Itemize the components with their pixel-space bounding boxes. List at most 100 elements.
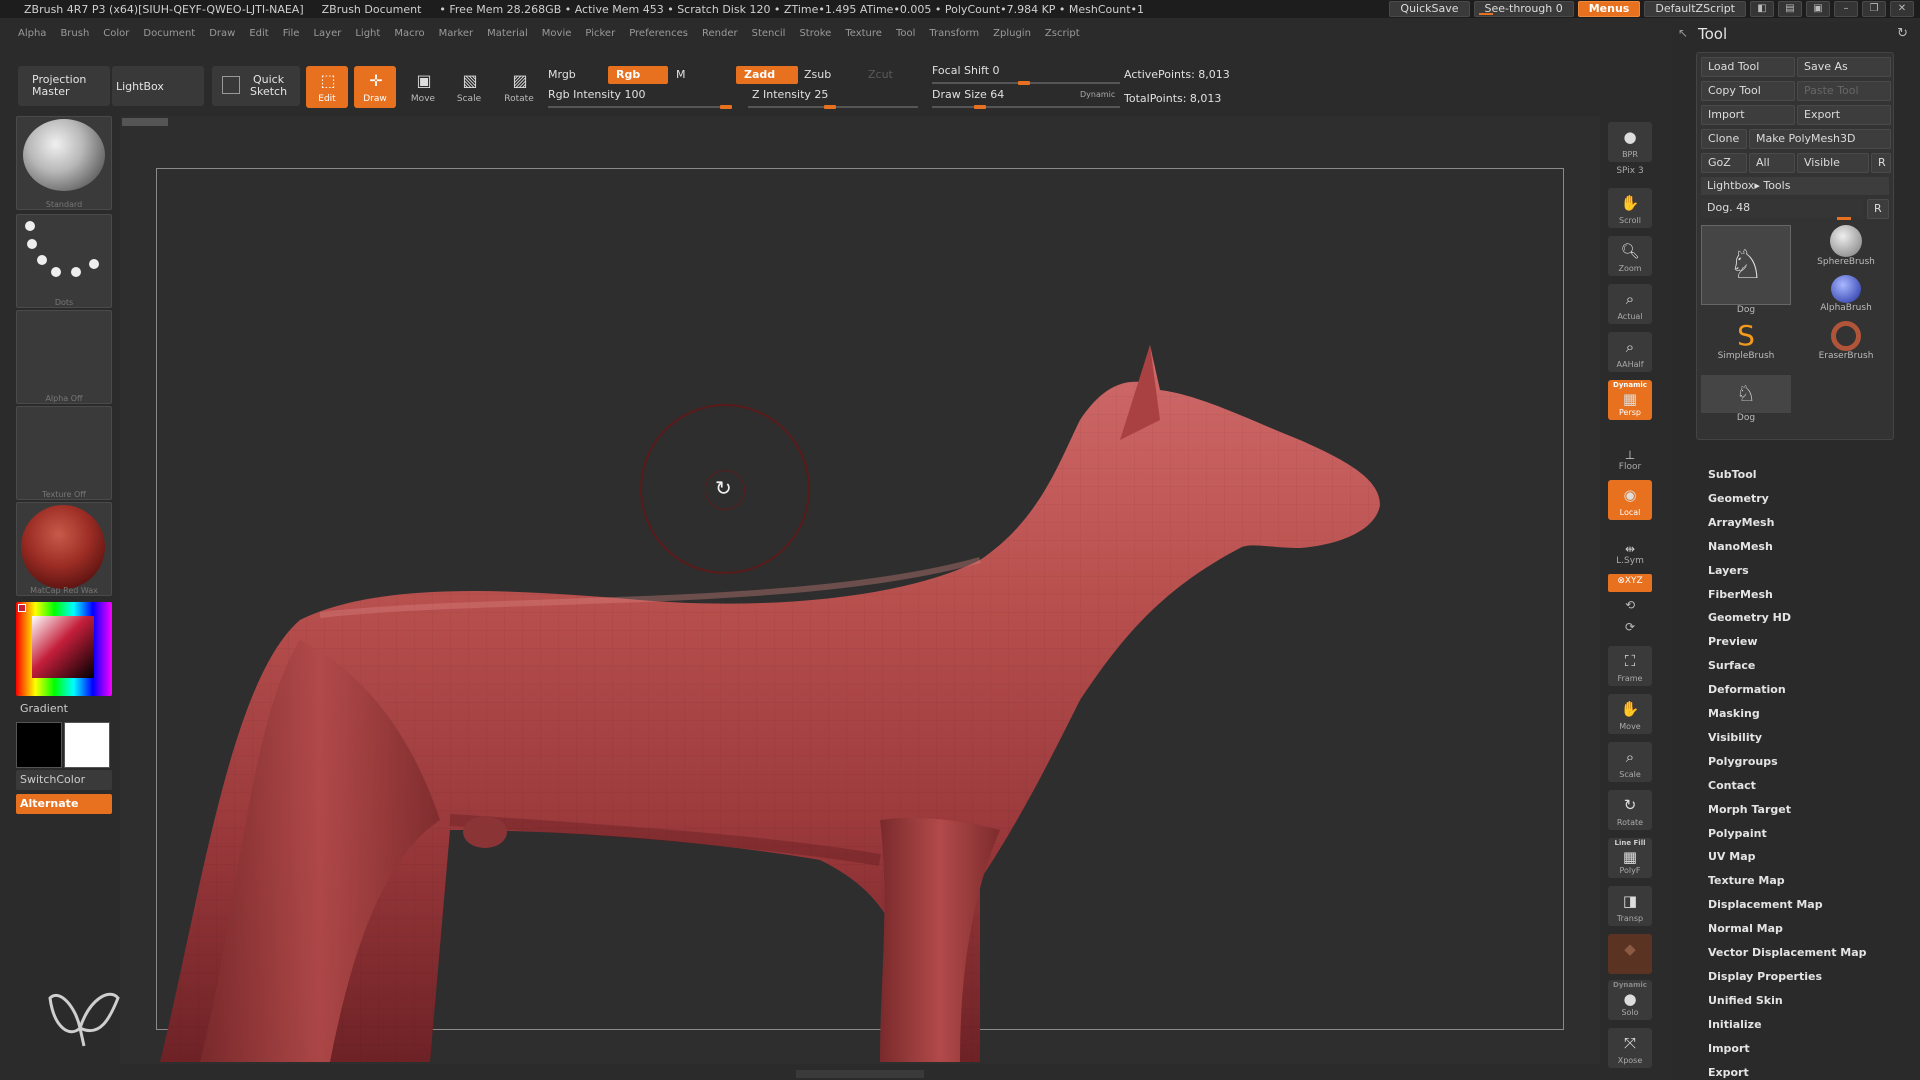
subpalette-export[interactable]: Export bbox=[1708, 1066, 1908, 1079]
bottom-shelf-handle[interactable] bbox=[796, 1070, 924, 1078]
zoom-button[interactable]: 🔍︎ Zoom bbox=[1608, 236, 1652, 276]
current-tool-slider[interactable]: Dog. 48 bbox=[1701, 199, 1863, 217]
tool-thumb-label: SimpleBrush bbox=[1717, 351, 1775, 361]
subpalette-polygroups[interactable]: Polygroups bbox=[1708, 755, 1908, 768]
zoom-icon: 🔍︎ bbox=[1620, 242, 1640, 260]
import-button[interactable]: Import bbox=[1701, 105, 1795, 125]
subpalette-unified-skin[interactable]: Unified Skin bbox=[1708, 994, 1908, 1007]
actual-label: Actual bbox=[1617, 312, 1643, 321]
subpalette-preview[interactable]: Preview bbox=[1708, 635, 1908, 648]
lsym-button[interactable]: ⇹ L.Sym bbox=[1608, 542, 1652, 566]
tool-top-box: Load Tool Save As Copy Tool Paste Tool I… bbox=[1696, 52, 1894, 440]
xyz-button[interactable]: ⊗XYZ bbox=[1608, 574, 1652, 592]
subpalette-normal-map[interactable]: Normal Map bbox=[1708, 922, 1908, 935]
sphere-brush-icon bbox=[1830, 225, 1862, 257]
aahalf-button[interactable]: ⌕ AAHalf bbox=[1608, 332, 1652, 372]
tool-palette-header[interactable]: ↖ Tool ↻ bbox=[1672, 22, 1920, 46]
frame-button[interactable]: ⛶ Frame bbox=[1608, 646, 1652, 686]
solo-button[interactable]: Dynamic ● Solo bbox=[1608, 980, 1652, 1020]
make-polymesh-button[interactable]: Make PolyMesh3D bbox=[1749, 129, 1891, 149]
tool-thumb-label: AlphaBrush bbox=[1820, 303, 1872, 313]
move-view-button[interactable]: ✋ Move bbox=[1608, 694, 1652, 734]
local-label: Local bbox=[1619, 508, 1641, 517]
subpalette-texture-map[interactable]: Texture Map bbox=[1708, 874, 1908, 887]
pin-icon[interactable]: ↖ bbox=[1678, 26, 1688, 40]
rotate-y-icon[interactable]: ⟲ bbox=[1608, 598, 1652, 612]
rotate-view-button[interactable]: ↻ Rotate bbox=[1608, 790, 1652, 830]
tool-thumb-spherebrush[interactable]: SphereBrush bbox=[1801, 225, 1891, 267]
subpalette-subtool[interactable]: SubTool bbox=[1708, 468, 1908, 481]
rotate-view-label: Rotate bbox=[1616, 818, 1644, 827]
reset-icon[interactable]: ↻ bbox=[1897, 26, 1908, 41]
save-as-button[interactable]: Save As bbox=[1797, 57, 1891, 77]
spix-slider[interactable]: SPix 3 bbox=[1608, 166, 1652, 176]
subpalette-deformation[interactable]: Deformation bbox=[1708, 683, 1908, 696]
tool-thumb-label: EraserBrush bbox=[1818, 351, 1874, 361]
move-hand-icon: ✋ bbox=[1620, 700, 1640, 718]
subpalette-fibermesh[interactable]: FiberMesh bbox=[1708, 588, 1908, 601]
goz-button[interactable]: GoZ bbox=[1701, 153, 1747, 173]
subpalette-contact[interactable]: Contact bbox=[1708, 779, 1908, 792]
r-button[interactable]: R bbox=[1871, 153, 1891, 173]
dynamic-persp-label: Dynamic bbox=[1613, 381, 1647, 389]
frame-label: Frame bbox=[1617, 674, 1643, 683]
frame-icon: ⛶ bbox=[1624, 652, 1636, 670]
ghost-icon: ◆ bbox=[1624, 940, 1636, 958]
zbrush-logo-icon bbox=[48, 992, 120, 1047]
subpalette-import[interactable]: Import bbox=[1708, 1042, 1908, 1055]
floor-button[interactable]: ⊥ Floor bbox=[1608, 448, 1652, 472]
subpalette-initialize[interactable]: Initialize bbox=[1708, 1018, 1908, 1031]
lightbox-tools-button[interactable]: Lightbox▸ Tools bbox=[1701, 177, 1889, 195]
paste-tool-button[interactable]: Paste Tool bbox=[1797, 81, 1891, 101]
current-tool-slider-handle[interactable] bbox=[1837, 217, 1851, 220]
xpose-button[interactable]: ⤧ Xpose bbox=[1608, 1028, 1652, 1068]
subpalette-arraymesh[interactable]: ArrayMesh bbox=[1708, 516, 1908, 529]
subpalette-layers[interactable]: Layers bbox=[1708, 564, 1908, 577]
all-button[interactable]: All bbox=[1749, 153, 1795, 173]
move-view-label: Move bbox=[1619, 722, 1641, 731]
subpalette-vector-displacement-map[interactable]: Vector Displacement Map bbox=[1708, 946, 1908, 959]
actual-button[interactable]: ⌕ Actual bbox=[1608, 284, 1652, 324]
tool-thumb-simplebrush[interactable]: S SimpleBrush bbox=[1701, 321, 1791, 362]
subpalette-displacement-map[interactable]: Displacement Map bbox=[1708, 898, 1908, 911]
subpalette-morph-target[interactable]: Morph Target bbox=[1708, 803, 1908, 816]
subpalette-surface[interactable]: Surface bbox=[1708, 659, 1908, 672]
ghost-button[interactable]: ◆ bbox=[1608, 934, 1652, 974]
subpalette-polypaint[interactable]: Polypaint bbox=[1708, 827, 1908, 840]
persp-button[interactable]: Dynamic ▦ Persp bbox=[1608, 380, 1652, 420]
export-button[interactable]: Export bbox=[1797, 105, 1891, 125]
subpalette-nanomesh[interactable]: NanoMesh bbox=[1708, 540, 1908, 553]
load-tool-button[interactable]: Load Tool bbox=[1701, 57, 1795, 77]
tool-thumb-dog[interactable]: ♘ Dog bbox=[1701, 225, 1791, 315]
dog-front-leg-shape bbox=[880, 818, 1000, 1062]
tool-thumb-label: Dog bbox=[1736, 305, 1756, 315]
subpalette-masking[interactable]: Masking bbox=[1708, 707, 1908, 720]
local-button[interactable]: ◉ Local bbox=[1608, 480, 1652, 520]
clone-button[interactable]: Clone bbox=[1701, 129, 1747, 149]
transp-label: Transp bbox=[1616, 914, 1644, 923]
rotate-cursor-icon: ↻ bbox=[715, 476, 732, 500]
scale-view-button[interactable]: ⌕ Scale bbox=[1608, 742, 1652, 782]
subpalette-uv-map[interactable]: UV Map bbox=[1708, 850, 1908, 863]
copy-tool-button[interactable]: Copy Tool bbox=[1701, 81, 1795, 101]
scroll-button[interactable]: ✋ Scroll bbox=[1608, 188, 1652, 228]
lsym-icon: ⇹ bbox=[1624, 542, 1636, 556]
subpalette-geometry[interactable]: Geometry bbox=[1708, 492, 1908, 505]
tool-thumb-dog-2[interactable]: ♘ Dog bbox=[1701, 375, 1791, 423]
rotate-z-icon[interactable]: ⟳ bbox=[1608, 620, 1652, 634]
visible-button[interactable]: Visible bbox=[1797, 153, 1869, 173]
transp-button[interactable]: ◨ Transp bbox=[1608, 886, 1652, 926]
r2-button[interactable]: R bbox=[1867, 199, 1889, 219]
tool-thumb-alphabrush[interactable]: AlphaBrush bbox=[1801, 275, 1891, 313]
aahalf-icon: ⌕ bbox=[1625, 338, 1635, 356]
solo-label: Solo bbox=[1621, 1008, 1639, 1017]
subpalette-geometry-hd[interactable]: Geometry HD bbox=[1708, 611, 1908, 624]
subpalette-visibility[interactable]: Visibility bbox=[1708, 731, 1908, 744]
tool-thumb-eraserbrush[interactable]: EraserBrush bbox=[1801, 321, 1891, 361]
bpr-button[interactable]: ● BPR bbox=[1608, 122, 1652, 162]
subpalette-display-properties[interactable]: Display Properties bbox=[1708, 970, 1908, 983]
alpha-brush-icon bbox=[1831, 275, 1861, 303]
actual-size-icon: ⌕ bbox=[1625, 290, 1635, 308]
perspective-grid-icon: ▦ bbox=[1622, 390, 1638, 408]
polyf-button[interactable]: Line Fill ▦ PolyF bbox=[1608, 838, 1652, 878]
